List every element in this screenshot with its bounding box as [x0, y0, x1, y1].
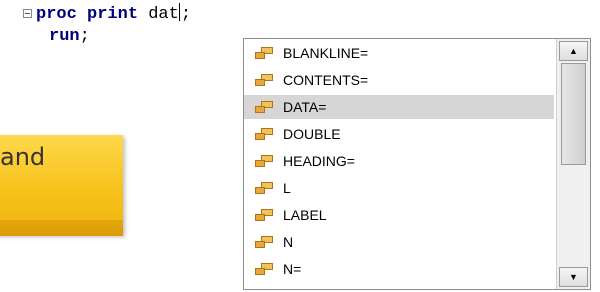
autocomplete-item[interactable]: BLANKLINE= — [244, 41, 554, 65]
autocomplete-list[interactable]: BLANKLINE= CONTENTS= DATA= DOUBLE HEADING= L L… — [244, 39, 554, 289]
autocomplete-item[interactable]: LABEL — [244, 203, 554, 227]
option-icon — [255, 128, 273, 140]
option-icon — [255, 182, 273, 194]
autocomplete-item[interactable]: DOUBLE — [244, 122, 554, 146]
autocomplete-item[interactable]: L — [244, 176, 554, 200]
code-line-2[interactable]: run; — [49, 27, 90, 47]
option-icon — [255, 263, 273, 275]
option-icon — [255, 101, 273, 113]
semicolon: ; — [180, 5, 192, 24]
option-icon — [255, 74, 273, 86]
autocomplete-item-label: DATA= — [283, 99, 327, 115]
autocomplete-item-label: L — [283, 180, 291, 196]
autocomplete-item-label: CONTENTS= — [283, 72, 369, 88]
typed-text: dat — [148, 5, 179, 24]
option-icon — [255, 155, 273, 167]
run-keyword: run — [49, 27, 80, 46]
scroll-down-button[interactable]: ▼ — [559, 267, 588, 287]
collapse-toggle-icon[interactable] — [23, 9, 32, 18]
autocomplete-item-label: BLANKLINE= — [283, 45, 369, 61]
callout-text: and — [0, 143, 46, 171]
autocomplete-item-label: HEADING= — [283, 153, 355, 169]
callout-fold — [0, 220, 123, 236]
callout-banner: and — [0, 135, 123, 236]
autocomplete-scrollbar[interactable]: ▲ ▼ — [556, 39, 590, 289]
option-icon — [255, 47, 273, 59]
autocomplete-item-label: LABEL — [283, 207, 327, 223]
option-icon — [255, 236, 273, 248]
code-line-1[interactable]: proc print dat; — [36, 3, 191, 25]
scroll-thumb[interactable] — [561, 63, 586, 165]
autocomplete-popup[interactable]: BLANKLINE= CONTENTS= DATA= DOUBLE HEADING= L L… — [243, 38, 591, 290]
autocomplete-item-label: N= — [283, 261, 302, 277]
autocomplete-item[interactable]: DATA= — [244, 95, 554, 119]
autocomplete-item[interactable]: N= — [244, 257, 554, 281]
autocomplete-item[interactable]: N — [244, 230, 554, 254]
proc-print-keyword: proc print — [36, 5, 139, 24]
text-caret — [178, 3, 180, 21]
autocomplete-item-label: DOUBLE — [283, 126, 341, 142]
semicolon: ; — [79, 27, 90, 46]
autocomplete-item[interactable]: HEADING= — [244, 149, 554, 173]
scroll-up-button[interactable]: ▲ — [559, 41, 588, 61]
option-icon — [255, 209, 273, 221]
autocomplete-item-label: N — [283, 234, 294, 250]
autocomplete-item[interactable]: CONTENTS= — [244, 68, 554, 92]
